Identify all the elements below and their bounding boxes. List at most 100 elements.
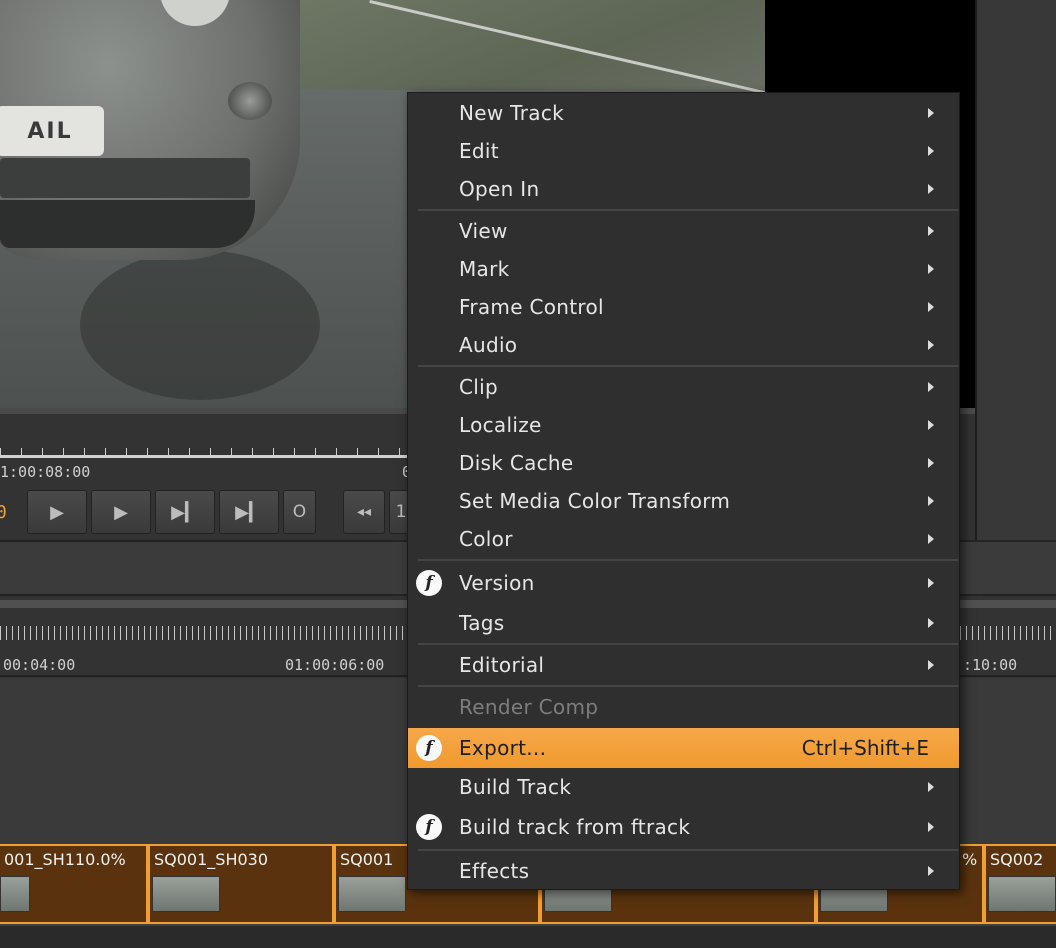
go-to-end-button[interactable]: ▶▎ [219, 490, 279, 534]
menu-item-label: Render Comp [459, 695, 599, 719]
menu-item-mark[interactable]: Mark [408, 250, 959, 288]
frame-increment-value: 1 [395, 502, 407, 522]
submenu-arrow-icon [928, 146, 934, 156]
submenu-arrow-icon [928, 108, 934, 118]
menu-item-effects[interactable]: Effects [408, 852, 959, 890]
clip-thumbnail [988, 876, 1056, 912]
menu-item-version[interactable]: f Version [408, 564, 959, 602]
menu-item-label: Editorial [459, 653, 545, 677]
submenu-arrow-icon [928, 340, 934, 350]
menu-item-disk-cache[interactable]: Disk Cache [408, 444, 959, 482]
menu-item-label: New Track [459, 101, 565, 125]
go-to-end-icon: ▶▎ [235, 501, 263, 523]
step-forward-icon: ▶ [114, 501, 128, 523]
menu-item-label: View [459, 219, 508, 243]
rewind-icon: ◂◂ [356, 504, 372, 520]
menu-item-build-track-from-ftrack[interactable]: f Build track from ftrack [408, 808, 959, 846]
menu-item-audio[interactable]: Audio [408, 326, 959, 364]
menu-item-open-in[interactable]: Open In [408, 170, 959, 208]
clip-label: SQ001_SH030 [154, 850, 269, 869]
menu-item-label: Version [459, 571, 535, 595]
next-edit-button[interactable]: ▶▎ [155, 490, 215, 534]
menu-item-label: Clip [459, 375, 498, 399]
license-plate: AIL [0, 106, 104, 156]
clip-label: SQ001 [340, 850, 394, 869]
submenu-arrow-icon [928, 660, 934, 670]
menu-separator [418, 685, 958, 687]
menu-separator [418, 365, 958, 367]
menu-item-label: Localize [459, 413, 542, 437]
menu-item-shortcut: Ctrl+Shift+E [801, 736, 929, 760]
menu-item-localize[interactable]: Localize [408, 406, 959, 444]
menu-item-label: Export... [459, 736, 547, 760]
menu-item-render-comp: Render Comp [408, 688, 959, 726]
menu-item-label: Open In [459, 177, 540, 201]
menu-item-label: Audio [459, 333, 518, 357]
ftrack-icon: f [416, 814, 442, 840]
timeline-timecode: :10:00 [963, 656, 1018, 674]
menu-item-label: Set Media Color Transform [459, 489, 731, 513]
menu-item-editorial[interactable]: Editorial [408, 646, 959, 684]
rewind-button[interactable]: ◂◂ [343, 490, 385, 534]
menu-separator [418, 559, 958, 561]
submenu-arrow-icon [928, 496, 934, 506]
timeline-timecode: 00:04:00 [3, 656, 76, 674]
clip-thumbnail [152, 876, 220, 912]
menu-item-label: Tags [459, 611, 505, 635]
submenu-arrow-icon [928, 578, 934, 588]
out-point-button[interactable]: O [283, 490, 316, 534]
clip-thumbnail [338, 876, 406, 912]
clip-thumbnail [0, 876, 30, 912]
fog-lamp [228, 82, 272, 120]
menu-item-set-media-color-transform[interactable]: Set Media Color Transform [408, 482, 959, 520]
clip-label: 001_SH110.0% [4, 850, 126, 869]
submenu-arrow-icon [928, 184, 934, 194]
submenu-arrow-icon [928, 618, 934, 628]
menu-item-label: Mark [459, 257, 510, 281]
menu-item-clip[interactable]: Clip [408, 368, 959, 406]
menu-item-view[interactable]: View [408, 212, 959, 250]
submenu-arrow-icon [928, 382, 934, 392]
side-panel [977, 0, 1056, 540]
step-forward-button[interactable]: ▶ [91, 490, 151, 534]
menu-item-label: Color [459, 527, 513, 551]
menu-item-edit[interactable]: Edit [408, 132, 959, 170]
menu-item-label: Edit [459, 139, 499, 163]
clip-label: % [962, 850, 978, 869]
submenu-arrow-icon [928, 534, 934, 544]
next-edit-icon: ▶▎ [171, 501, 199, 523]
menu-item-frame-control[interactable]: Frame Control [408, 288, 959, 326]
submenu-arrow-icon [928, 458, 934, 468]
transport-controls: 0 ▶ ▶ ▶▎ ▶▎ O ◂◂ 1 [0, 490, 420, 534]
menu-item-label: Build Track [459, 775, 572, 799]
menu-item-label: Build track from ftrack [459, 815, 691, 839]
timeline-footer [0, 924, 1056, 948]
menu-item-build-track[interactable]: Build Track [408, 768, 959, 806]
track-clip[interactable]: 001_SH110.0% [0, 844, 148, 924]
out-point-label: O [292, 502, 307, 522]
ruler-timecode: 1:00:08:00 [0, 463, 91, 481]
menu-item-label: Effects [459, 859, 530, 883]
menu-separator [418, 643, 958, 645]
menu-separator [418, 209, 958, 211]
submenu-arrow-icon [928, 264, 934, 274]
submenu-arrow-icon [928, 866, 934, 876]
play-button[interactable]: ▶ [27, 490, 87, 534]
submenu-arrow-icon [928, 782, 934, 792]
menu-item-tags[interactable]: Tags [408, 604, 959, 642]
clip-label: SQ002 [990, 850, 1044, 869]
context-menu: New Track Edit Open In View Mark Frame C… [407, 92, 960, 890]
current-frame-readout[interactable]: 0 [0, 502, 7, 523]
submenu-arrow-icon [928, 226, 934, 236]
menu-item-label: Disk Cache [459, 451, 574, 475]
menu-item-export[interactable]: f Export... Ctrl+Shift+E [408, 728, 959, 768]
submenu-arrow-icon [928, 302, 934, 312]
menu-item-color[interactable]: Color [408, 520, 959, 558]
menu-item-label: Frame Control [459, 295, 604, 319]
menu-separator [418, 849, 958, 851]
menu-item-new-track[interactable]: New Track [408, 94, 959, 132]
track-clip[interactable]: SQ001_SH030 [148, 844, 334, 924]
track-clip[interactable]: SQ002 [984, 844, 1056, 924]
timeline-timecode: 01:00:06:00 [285, 656, 385, 674]
play-icon: ▶ [50, 501, 64, 523]
